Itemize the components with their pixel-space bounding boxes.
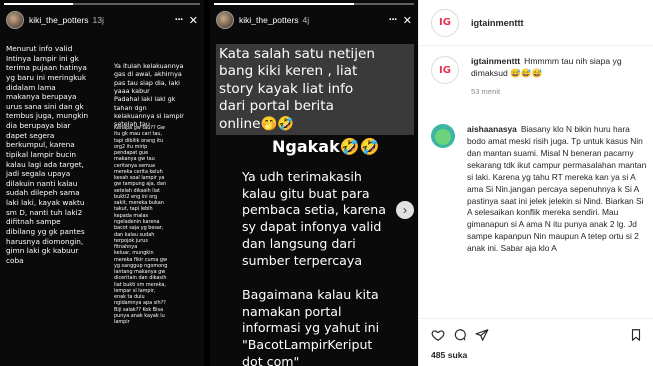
close-icon: ✕: [402, 14, 412, 27]
story-time: 4j: [302, 15, 310, 25]
close-icon: ✕: [188, 14, 198, 27]
comment-avatar[interactable]: [431, 124, 455, 148]
account-username[interactable]: igtainmenttt: [471, 18, 524, 28]
heart-icon[interactable]: [431, 328, 445, 342]
account-avatar[interactable]: IG: [431, 8, 459, 37]
post-header: IG igtainmenttt: [419, 0, 653, 46]
account-logo: IG: [439, 17, 451, 28]
story-avatar: [6, 11, 24, 29]
post-actions-bar: [419, 318, 653, 348]
comment-text: Biasany klo N bikin huru hara bodo amat …: [467, 124, 647, 254]
story-text-highlighted: Kata salah satu netijen bang kiki keren …: [216, 44, 414, 135]
bookmark-icon[interactable]: [629, 328, 643, 342]
story-screenshot-right: kiki_the_potters 4j ··· ✕ Kata salah sat…: [210, 0, 418, 366]
story-text-body-2: Bagaimana kalau kita namakan portal info…: [242, 287, 380, 366]
story-header: kiki_the_potters 13j ··· ✕: [6, 9, 198, 31]
story-progress-fill: [214, 3, 354, 5]
story-text-ngakak: Ngakak🤣🤣: [272, 137, 380, 156]
comment-username[interactable]: aishaanasya: [467, 124, 517, 134]
story-username: kiki_the_potters: [29, 15, 89, 25]
story-time: 13j: [92, 15, 104, 25]
chevron-right-icon[interactable]: ›: [396, 201, 414, 219]
likes-count[interactable]: 485 suka: [431, 350, 467, 360]
story-username: kiki_the_potters: [239, 15, 299, 25]
caption-username[interactable]: igtainmenttt: [471, 56, 520, 66]
story-text-right-top: Ya itulah kelakuannya gas di awal, akhir…: [114, 62, 184, 129]
story-text-left-column: Menurut info valid Intinya lampir ini gk…: [6, 44, 89, 265]
caption-avatar[interactable]: IG: [431, 56, 459, 84]
story-avatar: [216, 11, 234, 29]
caption-comment: IG igtainmenttt Hmmmm tau nih siapa yg di…: [431, 56, 647, 96]
more-options-icon: ···: [174, 14, 184, 26]
story-text-body-1: Ya udh terimakasih kalau gitu buat para …: [242, 169, 386, 268]
caption-timestamp: 53 menit: [471, 87, 501, 96]
story-text-right-bottom: Kenapa gw tau?? Gw itu gk mau cari tau, …: [114, 125, 168, 326]
story-progress-bar: [4, 3, 200, 5]
comment-item: aishaanasya Biasany klo N bikin huru hara…: [431, 124, 647, 255]
story-progress-fill: [4, 3, 73, 5]
story-screenshot-left: kiki_the_potters 13j ··· ✕ Menurut info …: [0, 0, 204, 366]
media-area: kiki_the_potters 13j ··· ✕ Menurut info …: [0, 0, 418, 366]
account-logo: IG: [439, 64, 451, 76]
story-progress-bar: [214, 3, 414, 5]
share-icon[interactable]: [475, 328, 489, 342]
story-header: kiki_the_potters 4j ··· ✕: [216, 9, 412, 31]
more-options-icon: ···: [388, 14, 398, 26]
post-side-panel: IG igtainmenttt IG igtainmenttt Hmmmm tau…: [418, 0, 653, 366]
comment-icon[interactable]: [453, 328, 467, 342]
